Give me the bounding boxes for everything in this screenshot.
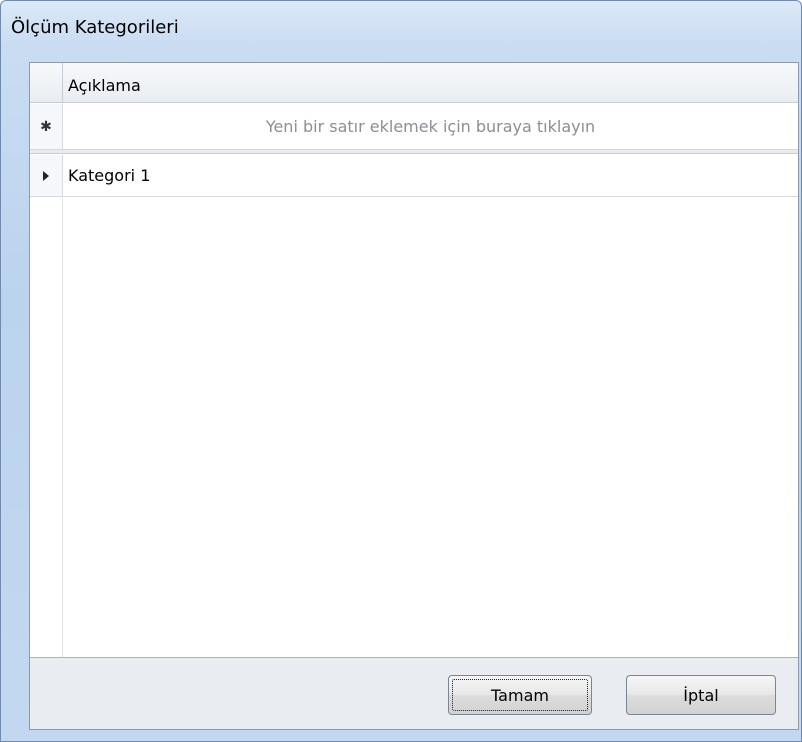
focus-ring (452, 679, 588, 711)
new-row-asterisk-icon: ✱ (30, 104, 63, 149)
empty-indicator-column (30, 198, 63, 657)
row-selector-cell[interactable] (30, 155, 63, 196)
dialog-client-area: Açıklama ✱ Yeni bir satır eklemek için b… (29, 62, 799, 730)
table-row[interactable]: Kategori 1 (30, 155, 798, 197)
header-indicator-cell[interactable] (30, 63, 63, 102)
current-row-arrow-icon (43, 170, 49, 181)
button-bar: Tamam İptal (30, 657, 798, 729)
new-row-placeholder[interactable]: Yeni bir satır eklemek için buraya tıkla… (63, 104, 798, 149)
row-description-cell[interactable]: Kategori 1 (68, 166, 150, 185)
window-title: Ölçüm Kategorileri (11, 17, 179, 38)
title-bar[interactable]: Ölçüm Kategorileri (1, 1, 801, 61)
cancel-button[interactable]: İptal (626, 675, 776, 715)
grid-header: Açıklama (30, 63, 798, 103)
dialog-window: Ölçüm Kategorileri Açıklama ✱ Yeni bir s… (0, 0, 802, 742)
cancel-button-label: İptal (683, 685, 719, 705)
column-header-description[interactable]: Açıklama (68, 76, 141, 95)
new-row[interactable]: ✱ Yeni bir satır eklemek için buraya tık… (30, 104, 798, 150)
ok-button[interactable]: Tamam (448, 675, 592, 715)
categories-grid[interactable]: Açıklama ✱ Yeni bir satır eklemek için b… (30, 63, 798, 657)
new-row-separator (30, 150, 798, 154)
